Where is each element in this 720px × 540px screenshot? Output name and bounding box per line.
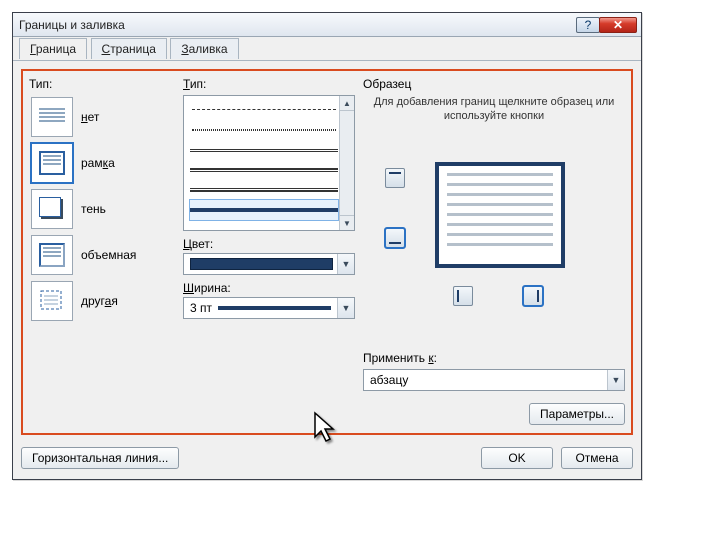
preview-area — [363, 134, 625, 314]
color-combo[interactable]: ▼ — [183, 253, 355, 275]
scroll-up-icon[interactable]: ▲ — [340, 96, 354, 111]
options-button[interactable]: Параметры... — [529, 403, 625, 425]
edge-top-button[interactable] — [385, 168, 405, 188]
edge-bottom-button[interactable] — [385, 228, 405, 248]
close-icon: ✕ — [613, 19, 623, 31]
cancel-button[interactable]: Отмена — [561, 447, 633, 469]
content-pane: Тип: нет рамка — [21, 69, 633, 435]
style-scrollbar[interactable]: ▲ ▼ — [339, 96, 354, 230]
width-combo[interactable]: 3 пт ▼ — [183, 297, 355, 319]
setting-3d[interactable]: объемная — [29, 233, 177, 277]
tab-bar: Граница Страница Заливка — [13, 37, 641, 61]
setting-shadow[interactable]: тень — [29, 187, 177, 231]
tab-page[interactable]: Страница — [91, 38, 167, 59]
style-listbox[interactable]: ▲ ▼ — [183, 95, 355, 231]
setting-label: Тип: — [29, 77, 177, 91]
borders-shading-dialog: Границы и заливка ? ✕ Граница Страница З… — [12, 12, 642, 480]
custom-icon — [38, 288, 66, 314]
chevron-down-icon: ▼ — [337, 254, 354, 274]
tab-border[interactable]: Граница — [19, 38, 87, 59]
preview-instruction: Для добавления границ щелкните образец и… — [363, 95, 625, 124]
width-line-preview — [218, 306, 331, 310]
scroll-down-icon[interactable]: ▼ — [340, 215, 354, 230]
close-button[interactable]: ✕ — [599, 17, 637, 33]
setting-box[interactable]: рамка — [29, 141, 177, 185]
dialog-button-bar: Горизонтальная линия... OK Отмена — [21, 447, 633, 469]
setting-box-icon — [31, 143, 73, 183]
setting-column: Тип: нет рамка — [29, 77, 177, 427]
setting-custom-icon — [31, 281, 73, 321]
edge-left-button[interactable] — [453, 286, 473, 306]
chevron-down-icon: ▼ — [337, 298, 354, 318]
setting-none[interactable]: нет — [29, 95, 177, 139]
preview-column: Образец Для добавления границ щелкните о… — [363, 77, 625, 427]
preview-label: Образец — [363, 77, 625, 91]
apply-to-combo[interactable]: абзацу ▼ — [363, 369, 625, 391]
window-controls: ? ✕ — [577, 17, 637, 33]
color-swatch — [190, 258, 333, 270]
setting-3d-icon — [31, 235, 73, 275]
dialog-title: Границы и заливка — [19, 18, 125, 32]
help-button[interactable]: ? — [576, 17, 600, 33]
setting-none-icon — [31, 97, 73, 137]
horizontal-line-button[interactable]: Горизонтальная линия... — [21, 447, 179, 469]
style-column: Тип: ▲ ▼ Цвет: ▼ Ширина: 3 пт — [183, 77, 355, 427]
setting-custom[interactable]: другая — [29, 279, 177, 323]
setting-shadow-icon — [31, 189, 73, 229]
preview-page[interactable] — [435, 162, 565, 268]
edge-right-button[interactable] — [523, 286, 543, 306]
ok-button[interactable]: OK — [481, 447, 553, 469]
chevron-down-icon: ▼ — [607, 370, 624, 390]
titlebar: Границы и заливка ? ✕ — [13, 13, 641, 37]
tab-fill[interactable]: Заливка — [170, 38, 238, 59]
apply-to-row: Применить к: абзацу ▼ — [363, 351, 625, 391]
